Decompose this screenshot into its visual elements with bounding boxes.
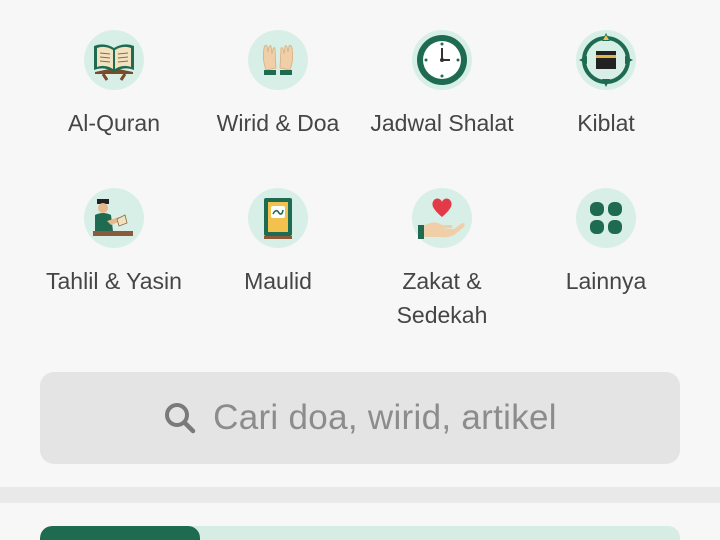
menu-label: Wirid & Doa [216,110,340,136]
menu-label: Tahlil & Yasin [46,268,182,294]
menu-item-wirid-doa[interactable]: Wirid & Doa [196,30,360,174]
menu-item-zakat-sedekah[interactable]: Zakat & Sedekah [360,188,524,332]
menu-item-tahlil-yasin[interactable]: Tahlil & Yasin [32,188,196,332]
search-bar[interactable]: Cari doa, wirid, artikel [40,372,680,464]
praying-hands-icon [248,30,308,90]
menu-label: Lainnya [565,268,647,294]
menu-label: Al-Quran [67,110,161,136]
section-divider [0,487,720,503]
menu-item-jadwal-shalat[interactable]: Jadwal Shalat [360,30,524,174]
menu-label: Jadwal Shalat [370,110,514,136]
menu-label: Zakat & Sedekah [396,268,488,328]
search-placeholder: Cari doa, wirid, artikel [213,398,557,437]
holy-book-icon [248,188,308,248]
reading-man-icon [84,188,144,248]
tab-strip[interactable] [40,526,680,540]
menu-item-al-quran[interactable]: Al-Quran [32,30,196,174]
giving-hand-heart-icon [412,188,472,248]
menu-item-lainnya[interactable]: Lainnya [524,188,688,332]
menu-label: Maulid [244,268,312,294]
kaaba-compass-icon [576,30,636,90]
clock-icon [412,30,472,90]
search-icon [165,403,196,434]
menu-label: Kiblat [577,110,635,136]
menu-item-kiblat[interactable]: Kiblat [524,30,688,174]
menu-item-maulid[interactable]: Maulid [196,188,360,332]
open-book-icon [84,30,144,90]
active-tab-indicator [40,526,200,540]
more-grid-icon [576,188,636,248]
feature-menu-grid: Al-Quran Wirid & Doa Jadwal Shalat Kibla… [32,30,688,332]
